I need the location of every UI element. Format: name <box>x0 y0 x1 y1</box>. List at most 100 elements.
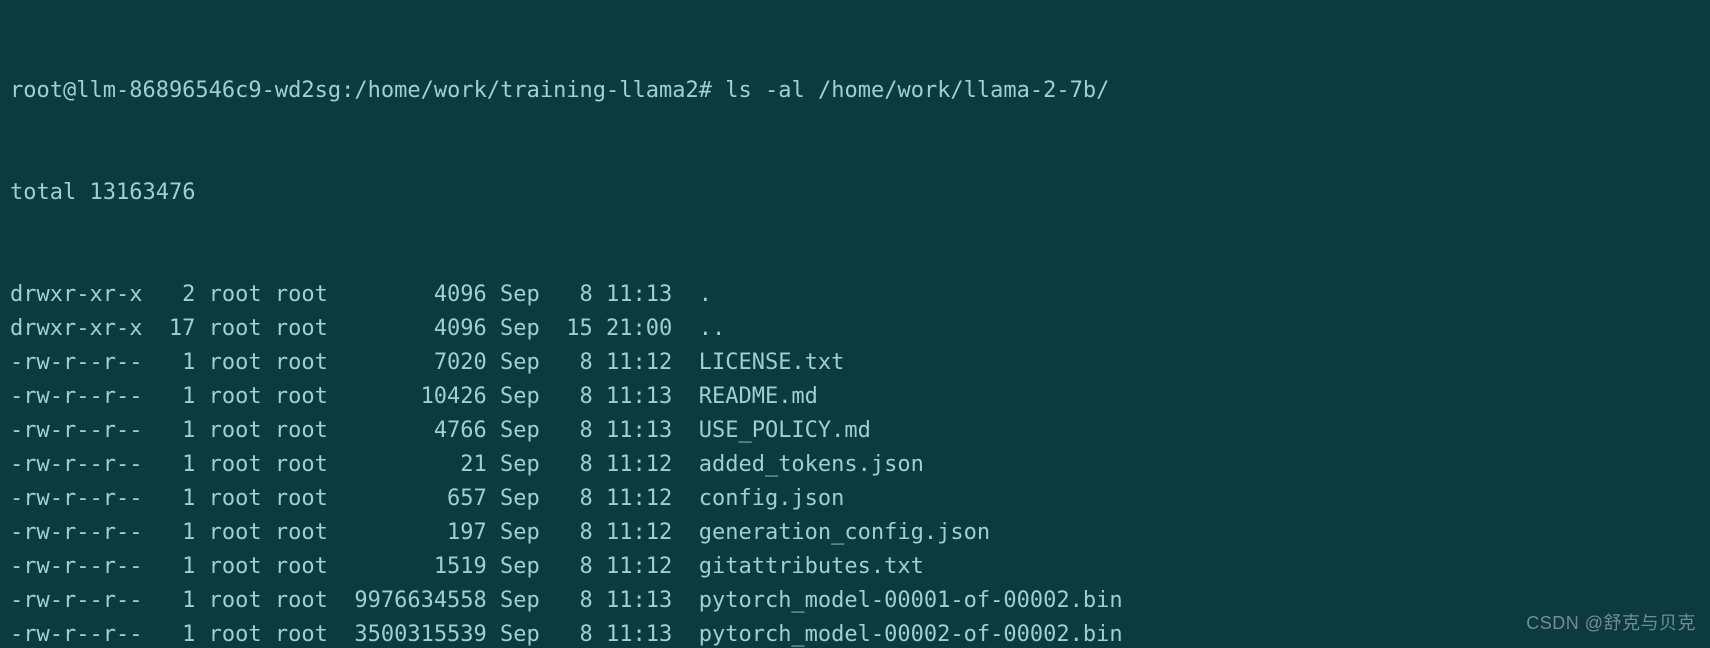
owner-col: root <box>209 584 275 618</box>
filename: config.json <box>699 482 845 516</box>
day-col: 8 <box>553 278 593 312</box>
time-col: 21:00 <box>606 312 685 346</box>
month-col: Sep <box>500 414 553 448</box>
time-col: 11:13 <box>606 414 685 448</box>
time-col: 11:12 <box>606 346 685 380</box>
file-row: -rw-r--r--1 rootroot7020 Sep8 11:12 LICE… <box>10 346 1700 380</box>
filename: pytorch_model-00002-of-00002.bin <box>699 618 1123 648</box>
size-col: 657 <box>341 482 487 516</box>
prompt-sep2: # <box>699 78 712 103</box>
file-row: -rw-r--r--1 rootroot4766 Sep8 11:13 USE_… <box>10 414 1700 448</box>
owner-col: root <box>209 278 275 312</box>
perm-col: -rw-r--r-- <box>10 448 156 482</box>
month-col: Sep <box>500 550 553 584</box>
links-col: 1 <box>156 448 196 482</box>
time-col: 11:12 <box>606 448 685 482</box>
file-row: -rw-r--r--1 rootroot3500315539 Sep8 11:1… <box>10 618 1700 648</box>
owner-col: root <box>209 516 275 550</box>
owner-col: root <box>209 414 275 448</box>
month-col: Sep <box>500 278 553 312</box>
prompt-line: root@llm-86896546c9-wd2sg:/home/work/tra… <box>10 74 1700 108</box>
watermark: CSDN @舒克与贝克 <box>1526 606 1696 640</box>
group-col: root <box>275 482 341 516</box>
size-col: 197 <box>341 516 487 550</box>
perm-col: drwxr-xr-x <box>10 278 156 312</box>
perm-col: -rw-r--r-- <box>10 584 156 618</box>
file-row: -rw-r--r--1 rootroot197 Sep8 11:12 gener… <box>10 516 1700 550</box>
time-col: 11:13 <box>606 618 685 648</box>
links-col: 1 <box>156 482 196 516</box>
file-listing: drwxr-xr-x2 rootroot4096 Sep8 11:13 .drw… <box>10 278 1700 648</box>
day-col: 8 <box>553 346 593 380</box>
links-col: 1 <box>156 414 196 448</box>
group-col: root <box>275 278 341 312</box>
month-col: Sep <box>500 516 553 550</box>
perm-col: -rw-r--r-- <box>10 414 156 448</box>
group-col: root <box>275 312 341 346</box>
prompt-cwd: /home/work/training-llama2 <box>354 78 698 103</box>
command-text: ls -al /home/work/llama-2-7b/ <box>725 78 1109 103</box>
month-col: Sep <box>500 618 553 648</box>
day-col: 8 <box>553 516 593 550</box>
file-row: drwxr-xr-x2 rootroot4096 Sep8 11:13 . <box>10 278 1700 312</box>
filename: generation_config.json <box>699 516 990 550</box>
owner-col: root <box>209 380 275 414</box>
size-col: 4096 <box>341 278 487 312</box>
perm-col: -rw-r--r-- <box>10 380 156 414</box>
file-row: -rw-r--r--1 rootroot9976634558 Sep8 11:1… <box>10 584 1700 618</box>
terminal-output[interactable]: root@llm-86896546c9-wd2sg:/home/work/tra… <box>0 0 1710 648</box>
day-col: 8 <box>553 618 593 648</box>
time-col: 11:12 <box>606 550 685 584</box>
size-col: 7020 <box>341 346 487 380</box>
total-value: 13163476 <box>89 180 195 205</box>
size-col: 4766 <box>341 414 487 448</box>
group-col: root <box>275 414 341 448</box>
owner-col: root <box>209 482 275 516</box>
perm-col: -rw-r--r-- <box>10 550 156 584</box>
file-row: -rw-r--r--1 rootroot657 Sep8 11:12 confi… <box>10 482 1700 516</box>
group-col: root <box>275 448 341 482</box>
filename: gitattributes.txt <box>699 550 924 584</box>
day-col: 8 <box>553 414 593 448</box>
links-col: 1 <box>156 380 196 414</box>
size-col: 9976634558 <box>341 584 487 618</box>
group-col: root <box>275 346 341 380</box>
file-row: -rw-r--r--1 rootroot10426 Sep8 11:13 REA… <box>10 380 1700 414</box>
time-col: 11:12 <box>606 482 685 516</box>
time-col: 11:13 <box>606 584 685 618</box>
prompt-sep1: : <box>341 78 354 103</box>
file-row: drwxr-xr-x17 rootroot4096 Sep15 21:00 .. <box>10 312 1700 346</box>
filename: README.md <box>699 380 818 414</box>
prompt-userhost: root@llm-86896546c9-wd2sg <box>10 78 341 103</box>
month-col: Sep <box>500 346 553 380</box>
links-col: 1 <box>156 550 196 584</box>
filename: LICENSE.txt <box>699 346 845 380</box>
time-col: 11:12 <box>606 516 685 550</box>
day-col: 8 <box>553 550 593 584</box>
size-col: 21 <box>341 448 487 482</box>
size-col: 1519 <box>341 550 487 584</box>
time-col: 11:13 <box>606 278 685 312</box>
perm-col: -rw-r--r-- <box>10 618 156 648</box>
perm-col: -rw-r--r-- <box>10 346 156 380</box>
month-col: Sep <box>500 448 553 482</box>
total-label: total <box>10 180 76 205</box>
size-col: 10426 <box>341 380 487 414</box>
group-col: root <box>275 550 341 584</box>
links-col: 1 <box>156 618 196 648</box>
perm-col: drwxr-xr-x <box>10 312 156 346</box>
links-col: 2 <box>156 278 196 312</box>
owner-col: root <box>209 550 275 584</box>
filename: .. <box>699 312 726 346</box>
group-col: root <box>275 516 341 550</box>
links-col: 17 <box>156 312 196 346</box>
size-col: 4096 <box>341 312 487 346</box>
month-col: Sep <box>500 312 553 346</box>
month-col: Sep <box>500 380 553 414</box>
day-col: 8 <box>553 448 593 482</box>
day-col: 8 <box>553 584 593 618</box>
file-row: -rw-r--r--1 rootroot21 Sep8 11:12 added_… <box>10 448 1700 482</box>
filename: USE_POLICY.md <box>699 414 871 448</box>
owner-col: root <box>209 618 275 648</box>
links-col: 1 <box>156 516 196 550</box>
